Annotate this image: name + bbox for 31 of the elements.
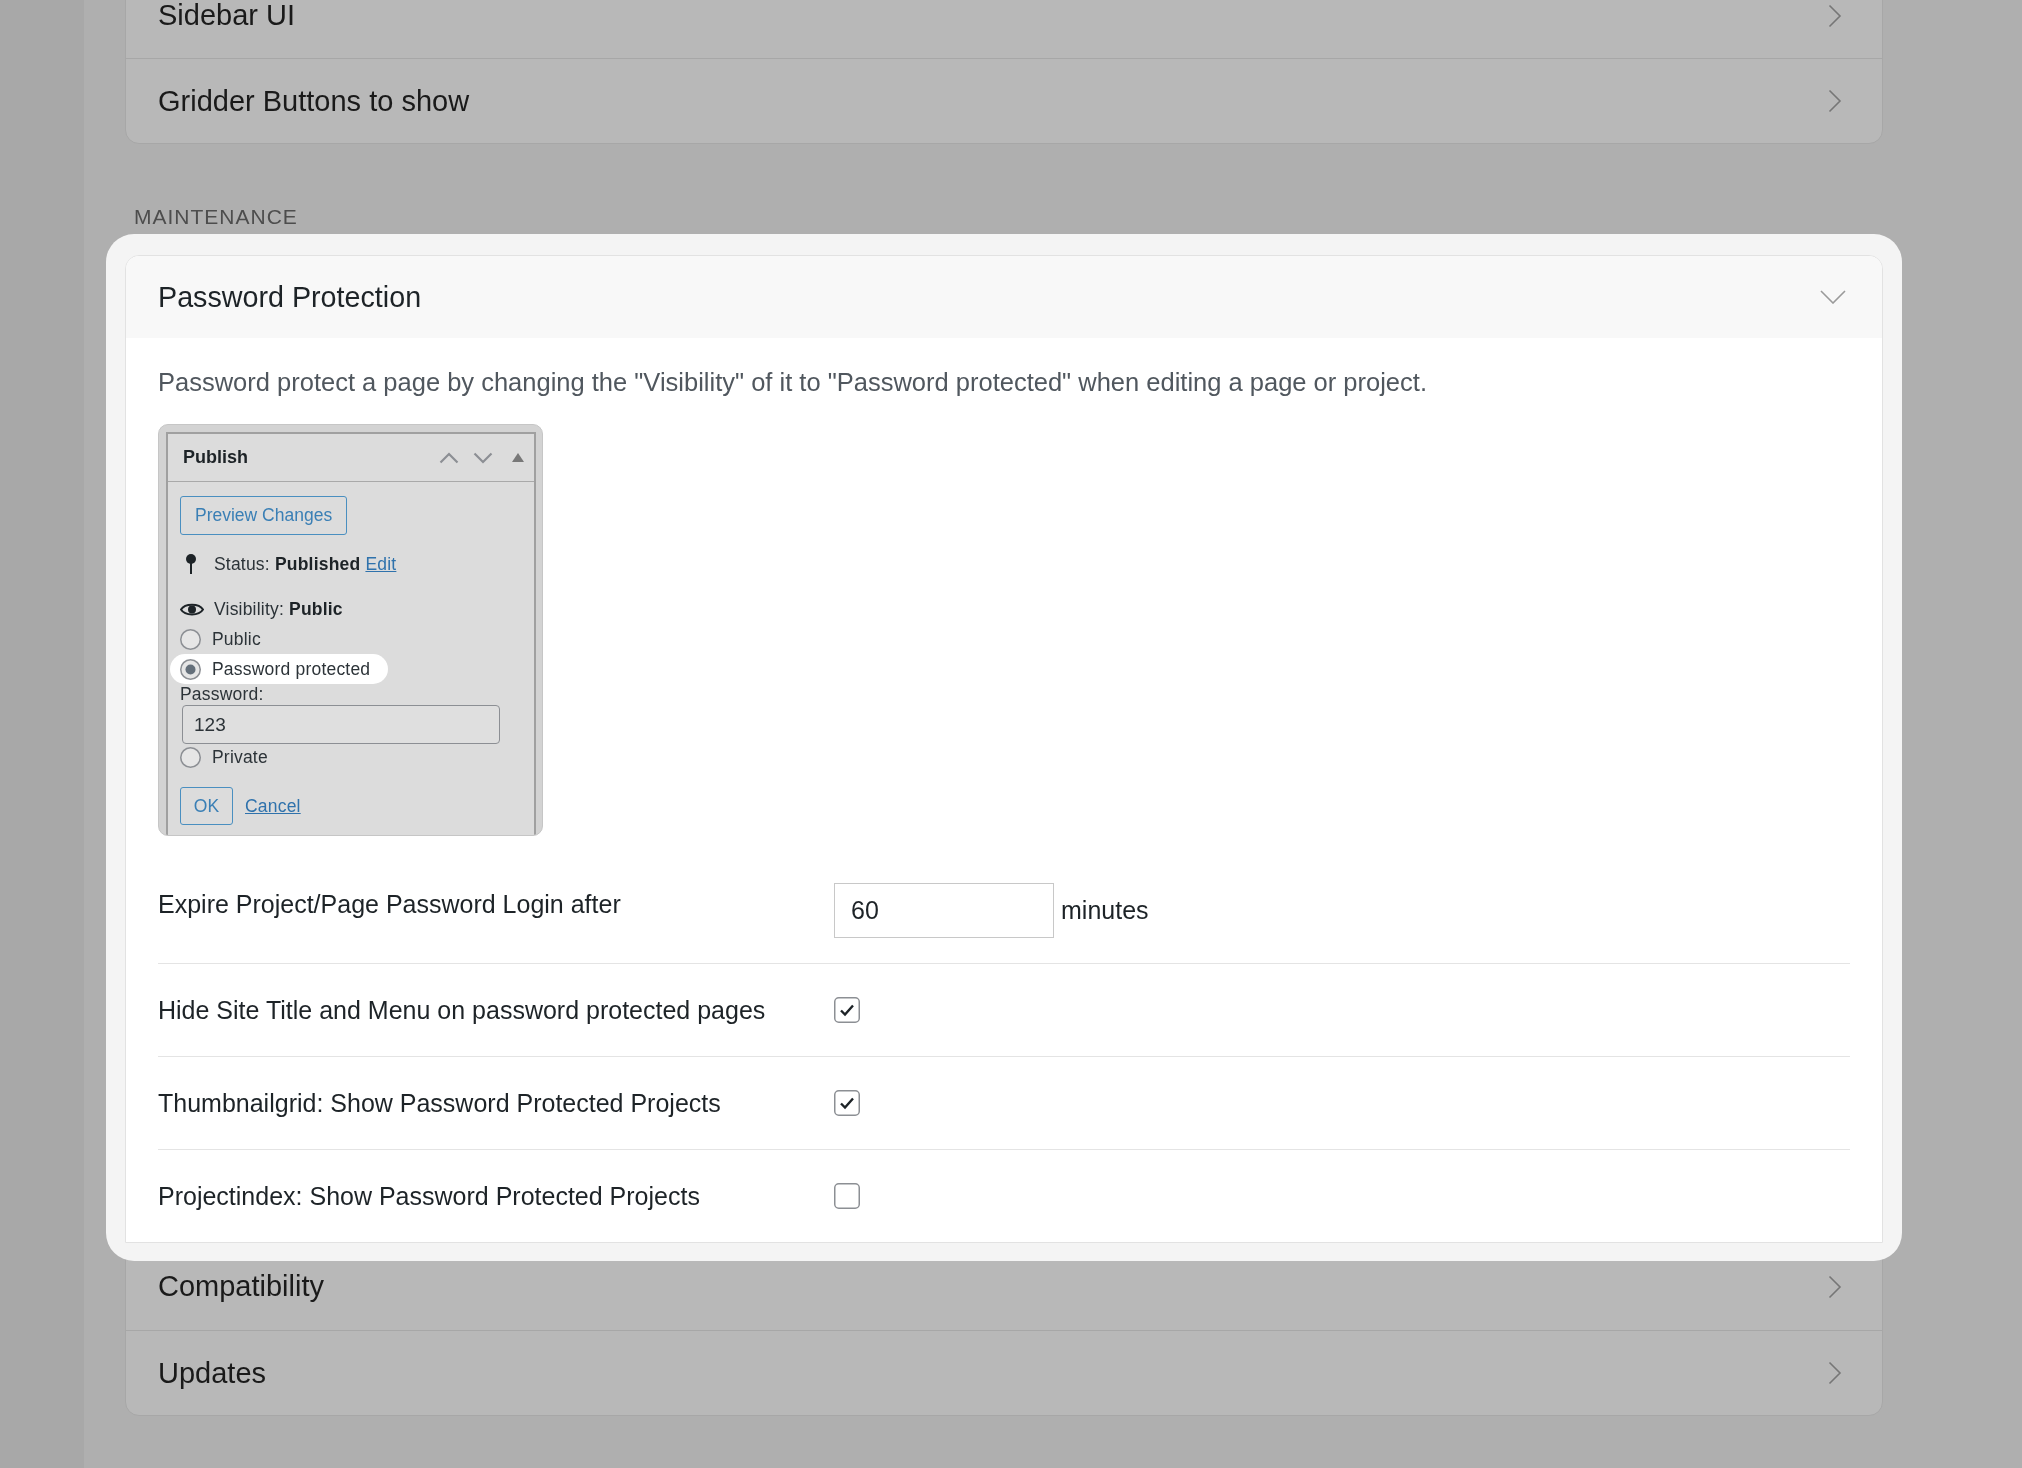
pin-icon bbox=[185, 554, 197, 574]
visibility-text: Visibility: Public bbox=[214, 598, 343, 620]
radio-option[interactable]: Public bbox=[170, 624, 279, 654]
chevron-up-icon[interactable] bbox=[439, 451, 459, 464]
field-label: Password: bbox=[180, 684, 265, 704]
setting-label: Expire Project/Page Password Login after bbox=[158, 890, 622, 918]
status-text: Status: Published Edit bbox=[214, 553, 397, 575]
accordion-row[interactable]: Gridder Buttons to show bbox=[126, 58, 1882, 143]
password-input[interactable]: 123 bbox=[182, 705, 500, 744]
number-input[interactable]: 60 bbox=[834, 883, 1054, 938]
radio-option[interactable]: Private bbox=[170, 742, 286, 772]
description-text: Password protect a page by changing the "Visibility" of it to "Password protected" when editing a page or project. bbox=[158, 368, 1428, 396]
eye-icon bbox=[180, 601, 204, 617]
section-heading: MAINTENANCE bbox=[134, 205, 299, 229]
unit-label: minutes bbox=[1061, 896, 1149, 925]
accordion-row[interactable]: Updates bbox=[126, 1330, 1882, 1415]
setting-label: Thumbnailgrid: Show Password Protected Projects bbox=[158, 1089, 722, 1117]
accordion-row[interactable]: Compatibility bbox=[126, 1261, 1882, 1330]
setting-label: Hide Site Title and Menu on password protected pages bbox=[158, 996, 767, 1024]
chevron-down-icon[interactable] bbox=[473, 451, 493, 464]
cancel-link[interactable]: Cancel bbox=[245, 795, 301, 817]
setting-label: Projectindex: Show Password Protected Projects bbox=[158, 1182, 701, 1210]
checkbox[interactable] bbox=[834, 1090, 860, 1116]
panel-title: Publish bbox=[183, 447, 249, 468]
accordion-header[interactable]: Password Protection bbox=[126, 256, 1882, 338]
radio-option[interactable]: Password protected bbox=[170, 654, 389, 684]
edit-link[interactable]: Edit bbox=[365, 553, 397, 574]
accordion-row[interactable]: Sidebar UI bbox=[126, 0, 1882, 58]
checkbox[interactable] bbox=[834, 997, 860, 1023]
triangle-up-icon[interactable] bbox=[512, 453, 524, 462]
checkbox[interactable] bbox=[834, 1183, 860, 1209]
